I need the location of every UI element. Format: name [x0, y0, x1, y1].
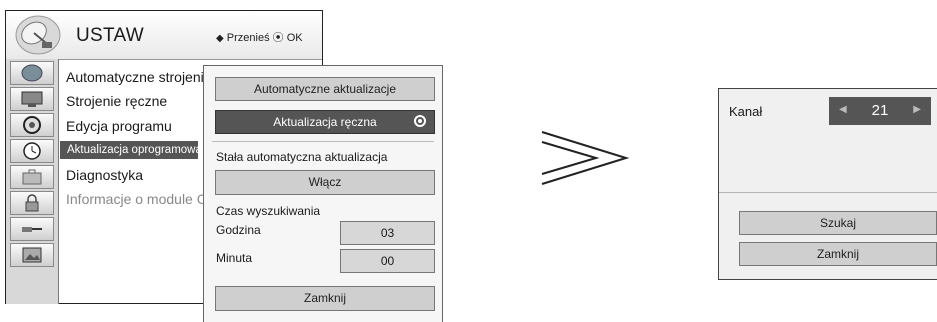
- menu-icon-column: [6, 59, 59, 304]
- menu-title: USTAW: [76, 25, 144, 46]
- channel-search-dialog: Kanał ◀ 21 ▶ Szukaj Zamknij: [718, 88, 937, 280]
- divider: [212, 141, 434, 142]
- permanent-update-toggle[interactable]: Włącz: [215, 170, 435, 195]
- chevron-right-icon[interactable]: ▶: [913, 104, 921, 115]
- submenu-close-button[interactable]: Zamknij: [215, 286, 435, 311]
- four-way-arrows-icon: ◆: [216, 33, 224, 44]
- menu-header: USTAW ◆ Przenieś ⦿ OK: [6, 11, 322, 60]
- satellite-dish-icon: [14, 13, 62, 57]
- menu-item-ci-info[interactable]: Informacje o module CI: [66, 191, 211, 207]
- search-button[interactable]: Szukaj: [739, 211, 937, 235]
- software-update-submenu: Automatyczne aktualizacje Aktualizacja r…: [203, 65, 443, 322]
- ok-button-icon: ⦿: [272, 32, 284, 44]
- divider: [719, 192, 937, 193]
- hint-ok: OK: [286, 32, 303, 44]
- menu-item-diagnostics[interactable]: Diagnostyka: [66, 167, 143, 183]
- channel-label: Kanał: [729, 104, 763, 119]
- menu-item-program-edit[interactable]: Edycja programu: [66, 118, 172, 134]
- clock-icon[interactable]: [10, 139, 54, 163]
- menu-item-software-update[interactable]: Aktualizacja oprogramowania: [60, 141, 217, 159]
- hint-move: Przenieś: [226, 32, 270, 44]
- radio-selected-icon: [414, 115, 426, 127]
- right-arrow-icon: [540, 128, 630, 193]
- lock-icon[interactable]: [10, 191, 54, 215]
- globe-icon[interactable]: [10, 61, 54, 85]
- permanent-update-label: Stała automatyczna aktualizacja: [216, 150, 388, 164]
- disc-icon[interactable]: [10, 113, 54, 137]
- menu-item-auto-tuning[interactable]: Automatyczne strojenie: [66, 69, 212, 85]
- auto-update-button[interactable]: Automatyczne aktualizacje: [215, 77, 435, 101]
- dialog-close-button[interactable]: Zamknij: [739, 242, 937, 266]
- search-time-label: Czas wyszukiwania: [216, 204, 321, 218]
- briefcase-icon[interactable]: [10, 165, 54, 189]
- navigation-hint: ◆ Przenieś ⦿ OK: [216, 29, 303, 45]
- tv-screen-icon[interactable]: [10, 87, 54, 111]
- manual-update-label: Aktualizacja ręczna: [273, 115, 377, 129]
- minute-label: Minuta: [216, 251, 253, 265]
- menu-item-manual-tuning[interactable]: Strojenie ręczne: [66, 93, 167, 109]
- minute-field[interactable]: 00: [340, 249, 435, 273]
- manual-update-button[interactable]: Aktualizacja ręczna: [215, 110, 435, 134]
- picture-icon[interactable]: [10, 243, 54, 267]
- hour-field[interactable]: 03: [340, 221, 435, 245]
- channel-selector[interactable]: ◀ 21 ▶: [829, 97, 931, 125]
- antenna-cable-icon[interactable]: [10, 217, 54, 241]
- hour-label: Godzina: [216, 223, 261, 237]
